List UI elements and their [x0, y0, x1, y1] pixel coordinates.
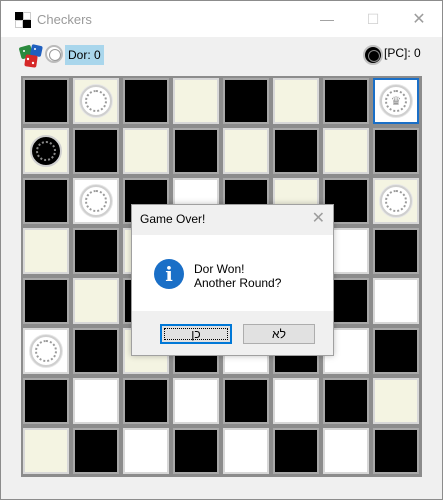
board-square[interactable] [73, 428, 119, 474]
board-square[interactable] [23, 378, 69, 424]
board-square[interactable] [23, 78, 69, 124]
white-piece-icon [45, 45, 63, 63]
board-square[interactable] [123, 428, 169, 474]
board-square[interactable] [273, 128, 319, 174]
board-square[interactable] [373, 378, 419, 424]
board-square[interactable] [123, 378, 169, 424]
board-square[interactable] [323, 78, 369, 124]
dice-icon[interactable] [19, 43, 45, 69]
checkers-app-icon [15, 12, 31, 28]
message-line-1: Dor Won! [194, 262, 245, 276]
board-square[interactable] [273, 428, 319, 474]
board-square[interactable] [73, 278, 119, 324]
board-square[interactable] [373, 228, 419, 274]
close-icon: ✕ [412, 11, 426, 28]
board-square[interactable] [173, 378, 219, 424]
board-square[interactable] [323, 128, 369, 174]
black-piece-icon [363, 45, 383, 65]
board-square[interactable] [73, 228, 119, 274]
board-square[interactable] [23, 178, 69, 224]
board-square[interactable] [173, 428, 219, 474]
board-square[interactable] [223, 428, 269, 474]
board-square[interactable] [23, 128, 69, 174]
board-square[interactable] [373, 178, 419, 224]
player-score: Dor: 0 [65, 45, 104, 65]
score-bar: Dor: 0 [PC]: 0 [1, 37, 442, 73]
board-square[interactable] [373, 128, 419, 174]
board-square[interactable] [273, 378, 319, 424]
dialog-message: Dor Won! Another Round? [194, 262, 281, 290]
title-bar[interactable]: Checkers — ☐ ✕ [1, 1, 442, 37]
board-square[interactable] [323, 378, 369, 424]
white-king-piece[interactable]: ♛ [380, 85, 412, 117]
white-piece[interactable] [80, 185, 112, 217]
minimize-icon: — [320, 11, 334, 27]
board-square[interactable] [373, 428, 419, 474]
info-icon: i [154, 259, 184, 289]
board-square[interactable] [273, 78, 319, 124]
maximize-button[interactable]: ☐ [350, 1, 396, 37]
board-square[interactable] [323, 428, 369, 474]
no-button[interactable]: לא [243, 324, 315, 344]
board-square[interactable] [23, 278, 69, 324]
board-square[interactable] [223, 78, 269, 124]
board-square[interactable] [73, 328, 119, 374]
window-title: Checkers [37, 12, 92, 27]
board-square[interactable] [173, 78, 219, 124]
board-square[interactable] [123, 128, 169, 174]
board-square[interactable] [123, 78, 169, 124]
white-piece[interactable] [380, 185, 412, 217]
board-square[interactable] [223, 378, 269, 424]
board-square[interactable] [373, 278, 419, 324]
white-piece[interactable] [30, 335, 62, 367]
message-line-2: Another Round? [194, 276, 282, 290]
board-square[interactable] [173, 128, 219, 174]
board-square[interactable] [373, 328, 419, 374]
maximize-icon: ☐ [366, 10, 380, 27]
board-square[interactable] [73, 178, 119, 224]
dialog-body: i Dor Won! Another Round? [132, 235, 333, 311]
board-square[interactable] [73, 78, 119, 124]
close-button[interactable]: ✕ [396, 1, 442, 37]
board-square[interactable] [23, 328, 69, 374]
white-piece[interactable] [80, 85, 112, 117]
game-over-dialog: Game Over! ✕ i Dor Won! Another Round? כ… [131, 204, 334, 356]
dialog-title: Game Over! [140, 212, 206, 226]
app-window: Checkers — ☐ ✕ Dor: 0 [PC]: 0 ♛ Game Ove… [0, 0, 443, 500]
board-square[interactable] [23, 428, 69, 474]
pc-score: [PC]: 0 [384, 46, 421, 60]
yes-button[interactable]: כן [160, 324, 232, 344]
black-piece[interactable] [30, 135, 62, 167]
board-square[interactable] [223, 128, 269, 174]
board-square[interactable]: ♛ [373, 78, 419, 124]
crown-icon: ♛ [390, 94, 402, 108]
minimize-button[interactable]: — [304, 1, 350, 37]
board-square[interactable] [23, 228, 69, 274]
board-square[interactable] [73, 378, 119, 424]
board-square[interactable] [73, 128, 119, 174]
dialog-close-icon[interactable]: ✕ [312, 208, 325, 228]
